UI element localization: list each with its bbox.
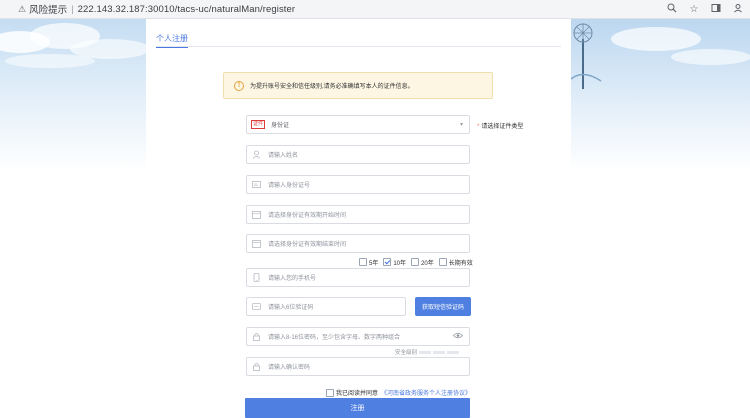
valid-start-placeholder: 请选择身份证有效期开始时间 [268,213,347,219]
id-type-select[interactable]: 证件 身份证 ▾ [246,115,470,134]
period-option-long-term[interactable]: 长期有效 [438,258,473,267]
name-placeholder: 请输入姓名 [268,153,299,159]
get-sms-code-button[interactable]: 获取短信验证码 [415,297,471,316]
period-option-10y[interactable]: 10年 [383,258,406,267]
tower-decoration [571,23,602,89]
phone-input[interactable]: 请输入您的手机号 [246,268,470,287]
register-panel: 个人注册 ! 为提升账号安全和信任级别,请务必准确填写本人的证件信息。 证件 身… [146,19,571,418]
period-label: 20年 [421,260,434,267]
mobile-phone-icon [252,273,261,282]
strength-bar [433,350,446,354]
cloud-decoration [671,49,750,65]
id-card-icon: 证件 [251,120,266,129]
confirm-password-input[interactable]: 请输入确认密码 [246,357,470,376]
password-placeholder: 请输入8-16位密码，至少包含字母、数字两种组合 [268,335,401,341]
tab-personal-register[interactable]: 个人注册 [156,33,188,48]
notice-text: 为提升账号安全和信任级别,请务必准确填写本人的证件信息。 [250,84,414,90]
valid-end-placeholder: 请选择身份证有效期结束时间 [268,242,347,248]
chevron-down-icon: ▾ [459,122,463,128]
checkbox-checked[interactable] [383,258,392,266]
strength-bar [447,350,460,354]
bookmark-star-icon[interactable]: ☆ [688,4,700,15]
agree-text: 我已阅读并同意 [336,391,379,397]
phone-placeholder: 请输入您的手机号 [268,276,317,282]
warning-icon: ! [234,80,244,91]
browser-actions: ☆ [666,0,744,19]
risk-label: 风险提示 [29,5,68,16]
lock-icon [252,332,261,341]
user-icon [252,150,261,159]
profile-icon[interactable] [732,3,744,16]
period-option-20y[interactable]: 20年 [411,258,434,267]
strength-label: 安全级别 [395,350,418,356]
cloud-decoration [611,27,701,51]
lock-icon [252,362,261,371]
password-strength: 安全级别 [395,348,460,356]
required-mark: * [477,124,480,130]
id-type-value: 身份证 [271,123,290,129]
message-icon [252,302,261,311]
valid-end-date-input[interactable]: 请选择身份证有效期结束时间 [246,234,470,253]
agreement-link[interactable]: 《河南省政务服务个人注册协议》 [381,388,471,397]
sms-placeholder: 请输入6位验证码 [268,305,314,311]
register-button[interactable]: 注册 [245,398,470,418]
period-label: 5年 [369,260,379,267]
sidebar-icon[interactable] [710,3,722,16]
checkbox[interactable] [359,258,367,266]
name-input[interactable]: 请输入姓名 [246,145,470,164]
checkbox[interactable] [438,258,447,266]
calendar-icon [252,210,261,219]
id-card-outline-icon [252,180,261,189]
tab-bar: 个人注册 [156,33,561,48]
valid-start-date-input[interactable]: 请选择身份证有效期开始时间 [246,205,470,224]
period-label: 长期有效 [448,260,473,267]
security-warning[interactable]: ⚠ 风险提示 [18,2,68,17]
id-type-hint-text: 请选择证件类型 [481,124,524,130]
confirm-password-placeholder: 请输入确认密码 [268,365,311,371]
browser-address-bar: ⚠ 风险提示 | 222.143.32.187:30010/tacs-uc/na… [0,0,750,19]
calendar-icon [252,239,261,248]
left-sky-background [0,19,146,418]
strength-bar [419,350,432,354]
agree-checkbox[interactable] [326,388,334,397]
password-input[interactable]: 请输入8-16位密码，至少包含字母、数字两种组合 [246,327,470,346]
warning-triangle-icon: ⚠ [18,3,27,14]
checkbox[interactable] [411,258,420,266]
validity-period-options: 5年 10年 20年 长期有效 [359,257,478,267]
id-type-hint: * 请选择证件类型 [477,121,523,130]
sms-code-input[interactable]: 请输入6位验证码 [246,297,406,316]
zoom-icon[interactable] [666,3,678,16]
agreement-row: 我已阅读并同意 《河南省政务服务个人注册协议》 [326,388,471,397]
id-number-input[interactable]: 请输入身份证号 [246,175,470,194]
notice-banner: ! 为提升账号安全和信任级别,请务必准确填写本人的证件信息。 [223,72,493,99]
url-field[interactable]: 222.143.32.187:30010/tacs-uc/naturalMan/… [78,4,296,15]
eye-icon[interactable] [452,332,464,341]
period-label: 10年 [393,260,407,267]
id-number-placeholder: 请输入身份证号 [268,183,311,189]
url-separator: | [71,3,74,15]
right-sky-background [571,19,750,418]
cloud-decoration [5,54,95,68]
period-option-5y[interactable]: 5年 [359,258,378,267]
